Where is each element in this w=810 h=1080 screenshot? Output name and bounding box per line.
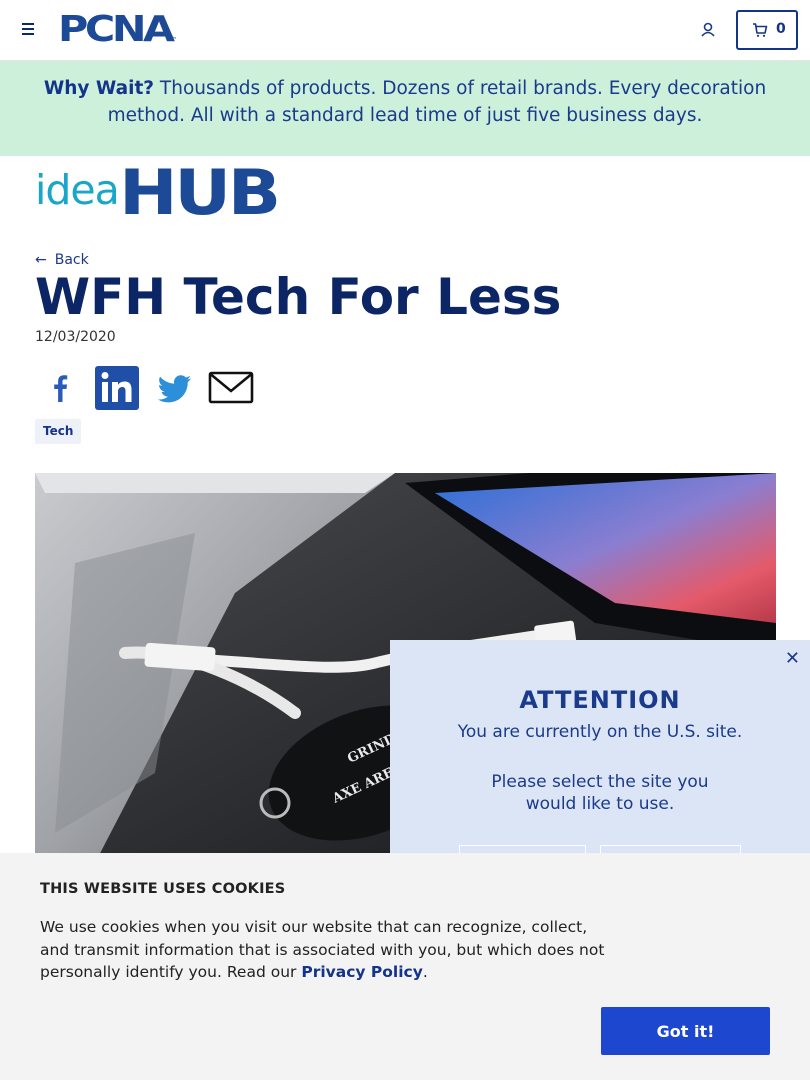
attention-instruction: Please select the site you would like to… [491,772,709,814]
post-date: 12/03/2020 [35,329,116,345]
cart-icon [753,23,768,37]
promo-lead: Why Wait? [43,78,155,99]
back-link[interactable]: ← Back [35,252,89,268]
logo-trademark: ™ [170,36,177,44]
attention-title: ATTENTION [519,686,681,714]
facebook-icon[interactable] [37,364,83,410]
email-icon[interactable] [208,364,254,410]
privacy-policy-link[interactable]: Privacy Policy [301,963,423,981]
hamburger-menu-icon[interactable] [18,20,38,40]
promo-text: Thousands of products. Dozens of retail … [107,78,767,126]
site-header: PCNA ™ 0 [0,0,810,61]
logo-wordmark: PCNA [58,9,175,50]
close-icon[interactable]: ✕ [785,648,800,669]
twitter-icon[interactable] [151,364,197,410]
cookie-text: We use cookies when you visit our websit… [40,916,610,984]
back-label: Back [54,252,89,268]
attention-current-site: You are currently on the U.S. site. [457,722,743,742]
back-arrow-icon: ← [35,252,47,268]
cart-button[interactable]: 0 [736,10,798,50]
promo-banner: Why Wait? Thousands of products. Dozens … [0,61,810,156]
ideahub-logo-hub: HUB [119,156,281,229]
user-account-icon[interactable] [698,20,718,40]
page-title: WFH Tech For Less [35,268,562,326]
linkedin-icon[interactable] [94,364,140,410]
pcna-logo[interactable]: PCNA ™ [58,12,177,48]
cookie-banner: THIS WEBSITE USES COOKIES We use cookies… [0,853,810,1080]
site-select-modal: ✕ ATTENTION You are currently on the U.S… [390,640,810,885]
category-tag[interactable]: Tech [35,419,82,444]
ideahub-logo-idea: idea [35,166,120,214]
cookie-title: THIS WEBSITE USES COOKIES [40,881,286,897]
cart-count: 0 [776,21,786,37]
cookie-accept-button[interactable]: Got it! [601,1007,770,1055]
cookie-period: . [422,963,428,981]
